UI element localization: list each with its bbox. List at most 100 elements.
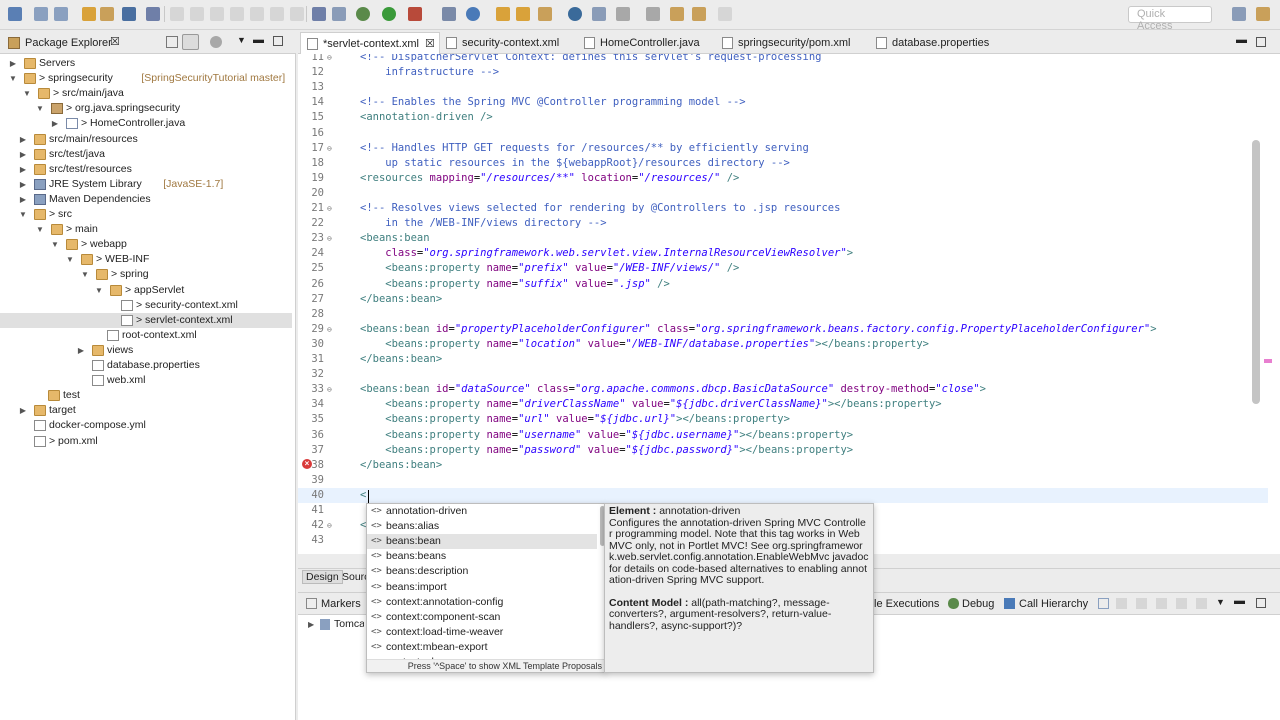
tree-twisty[interactable]: [18, 434, 28, 449]
proposal-item[interactable]: <> annotation-driven: [367, 504, 597, 519]
tree-twisty[interactable]: [91, 328, 101, 343]
resume-icon[interactable]: [1116, 598, 1127, 609]
tree-item[interactable]: ▶ views: [0, 343, 292, 358]
disconnect-icon[interactable]: [1176, 598, 1187, 609]
proposal-item[interactable]: <> beans:description: [367, 564, 597, 579]
tree-item[interactable]: docker-compose.yml: [0, 418, 292, 433]
new-server-icon[interactable]: [442, 7, 456, 21]
tree-item[interactable]: ▼ > main: [0, 222, 292, 237]
console-icon[interactable]: [1196, 598, 1207, 609]
terminate-icon[interactable]: [210, 7, 224, 21]
resume-icon[interactable]: [170, 7, 184, 21]
tree-twisty[interactable]: ▼: [22, 86, 32, 101]
clipboard-icon[interactable]: [100, 7, 114, 21]
chevron-down-icon[interactable]: ▼: [1216, 597, 1225, 607]
minimize-icon[interactable]: ▬: [253, 34, 264, 46]
tree-twisty[interactable]: [76, 358, 86, 373]
tree-item[interactable]: ▶ src/test/java: [0, 147, 292, 162]
tree-twisty[interactable]: ▼: [18, 207, 28, 222]
skip-breakpoints-icon[interactable]: [146, 7, 160, 21]
maximize-icon[interactable]: [273, 36, 283, 46]
tree-item[interactable]: > servlet-context.xml: [0, 312, 292, 328]
globe-icon[interactable]: [568, 7, 582, 21]
close-icon[interactable]: ☒: [110, 35, 120, 48]
minimize-icon[interactable]: ▬: [1236, 34, 1247, 46]
open-folder-icon[interactable]: [496, 7, 510, 21]
server-item[interactable]: Tomcat: [334, 618, 364, 630]
stop-icon[interactable]: [1156, 598, 1167, 609]
tree-item[interactable]: > pom.xml: [0, 434, 292, 449]
close-icon[interactable]: ☒: [425, 33, 435, 55]
tree-item[interactable]: > security-context.xml: [0, 298, 292, 313]
tree-item[interactable]: ▼ > src: [0, 207, 292, 222]
proposal-item[interactable]: <> beans:import: [367, 580, 597, 595]
open-perspective-icon[interactable]: [1232, 7, 1246, 21]
external-tools-icon[interactable]: [408, 7, 422, 21]
tree-twisty[interactable]: ▼: [94, 283, 104, 298]
tree-twisty[interactable]: ▶: [18, 132, 28, 147]
fold-toggle-icon[interactable]: ⊖: [327, 141, 332, 156]
search-icon[interactable]: [592, 7, 606, 21]
tree-twisty[interactable]: ▼: [8, 71, 18, 86]
tree-twisty[interactable]: ▶: [18, 403, 28, 418]
tab-design[interactable]: Design: [302, 570, 343, 584]
tree-item[interactable]: ▶ src/main/resources: [0, 132, 292, 147]
tree-item[interactable]: ▼ > spring: [0, 267, 292, 282]
step-into-icon[interactable]: [250, 7, 264, 21]
tree-item[interactable]: test: [0, 388, 292, 403]
minimize-icon[interactable]: ▬: [1234, 595, 1245, 607]
tree-item[interactable]: ▶ target: [0, 403, 292, 418]
prev-annotation-icon[interactable]: [646, 7, 660, 21]
tree-item[interactable]: ▼ > WEB-INF: [0, 252, 292, 267]
save-all-icon[interactable]: [54, 7, 68, 21]
proposal-item[interactable]: <> beans:alias: [367, 519, 597, 534]
fold-toggle-icon[interactable]: ⊖: [327, 518, 332, 533]
tree-twisty[interactable]: ▼: [50, 237, 60, 252]
refactor-icon[interactable]: [82, 7, 96, 21]
disconnect-icon[interactable]: [230, 7, 244, 21]
tree-twisty[interactable]: ▶: [18, 162, 28, 177]
tab-database-properties[interactable]: database.properties: [870, 32, 1010, 54]
step-over-icon[interactable]: [270, 7, 284, 21]
tree-item[interactable]: ▶ > HomeController.java: [0, 116, 292, 131]
tab-debug[interactable]: Debug: [962, 598, 994, 610]
tree-item[interactable]: ▶ Servers: [0, 56, 292, 71]
tree-twisty[interactable]: ▶: [76, 343, 86, 358]
tab-pom[interactable]: springsecurity/pom.xml: [716, 32, 866, 54]
fold-toggle-icon[interactable]: ⊖: [327, 382, 332, 397]
tree-item[interactable]: web.xml: [0, 373, 292, 388]
last-edit-icon[interactable]: [670, 7, 684, 21]
tree-item[interactable]: ▼ > springsecurity [SpringSecurityTutorial…: [0, 71, 292, 86]
console-icon[interactable]: [122, 7, 136, 21]
tree-twisty[interactable]: ▼: [65, 252, 75, 267]
open-project-icon[interactable]: [516, 7, 530, 21]
chevron-down-icon[interactable]: ▼: [237, 35, 246, 45]
maximize-icon[interactable]: [1256, 37, 1266, 47]
pen-icon[interactable]: [538, 7, 552, 21]
forward-icon[interactable]: [718, 7, 732, 21]
tree-twisty[interactable]: ▶: [50, 116, 60, 131]
save-icon[interactable]: [34, 7, 48, 21]
tree-item[interactable]: database.properties: [0, 358, 292, 373]
proposal-item[interactable]: <> context:load-time-weaver: [367, 625, 597, 640]
link-editor-icon[interactable]: [182, 34, 199, 50]
suspend-icon[interactable]: [190, 7, 204, 21]
fold-toggle-icon[interactable]: ⊖: [327, 322, 332, 337]
proposal-item[interactable]: <> beans:bean: [367, 534, 597, 550]
editor-scrollbar[interactable]: [1252, 140, 1260, 404]
tree-twisty[interactable]: ▼: [35, 222, 45, 237]
proposal-item[interactable]: <> context:component-scan: [367, 610, 597, 625]
tree-twisty[interactable]: ▶: [18, 192, 28, 207]
tree-twisty[interactable]: [76, 373, 86, 388]
view-menu-icon[interactable]: [210, 36, 222, 48]
proposal-item[interactable]: <> beans:beans: [367, 549, 597, 564]
package-explorer-title[interactable]: Package Explorer: [25, 37, 112, 49]
fold-toggle-icon[interactable]: ⊖: [327, 54, 332, 65]
tab-executions[interactable]: le Executions: [874, 598, 939, 610]
tab-home-controller[interactable]: HomeController.java: [578, 32, 712, 54]
tree-item[interactable]: ▼ > org.java.springsecurity: [0, 101, 292, 116]
tree-twisty[interactable]: ▼: [80, 267, 90, 282]
fold-toggle-icon[interactable]: ⊖: [327, 201, 332, 216]
debug-icon[interactable]: [356, 7, 370, 21]
tab-source[interactable]: Source: [342, 571, 366, 583]
